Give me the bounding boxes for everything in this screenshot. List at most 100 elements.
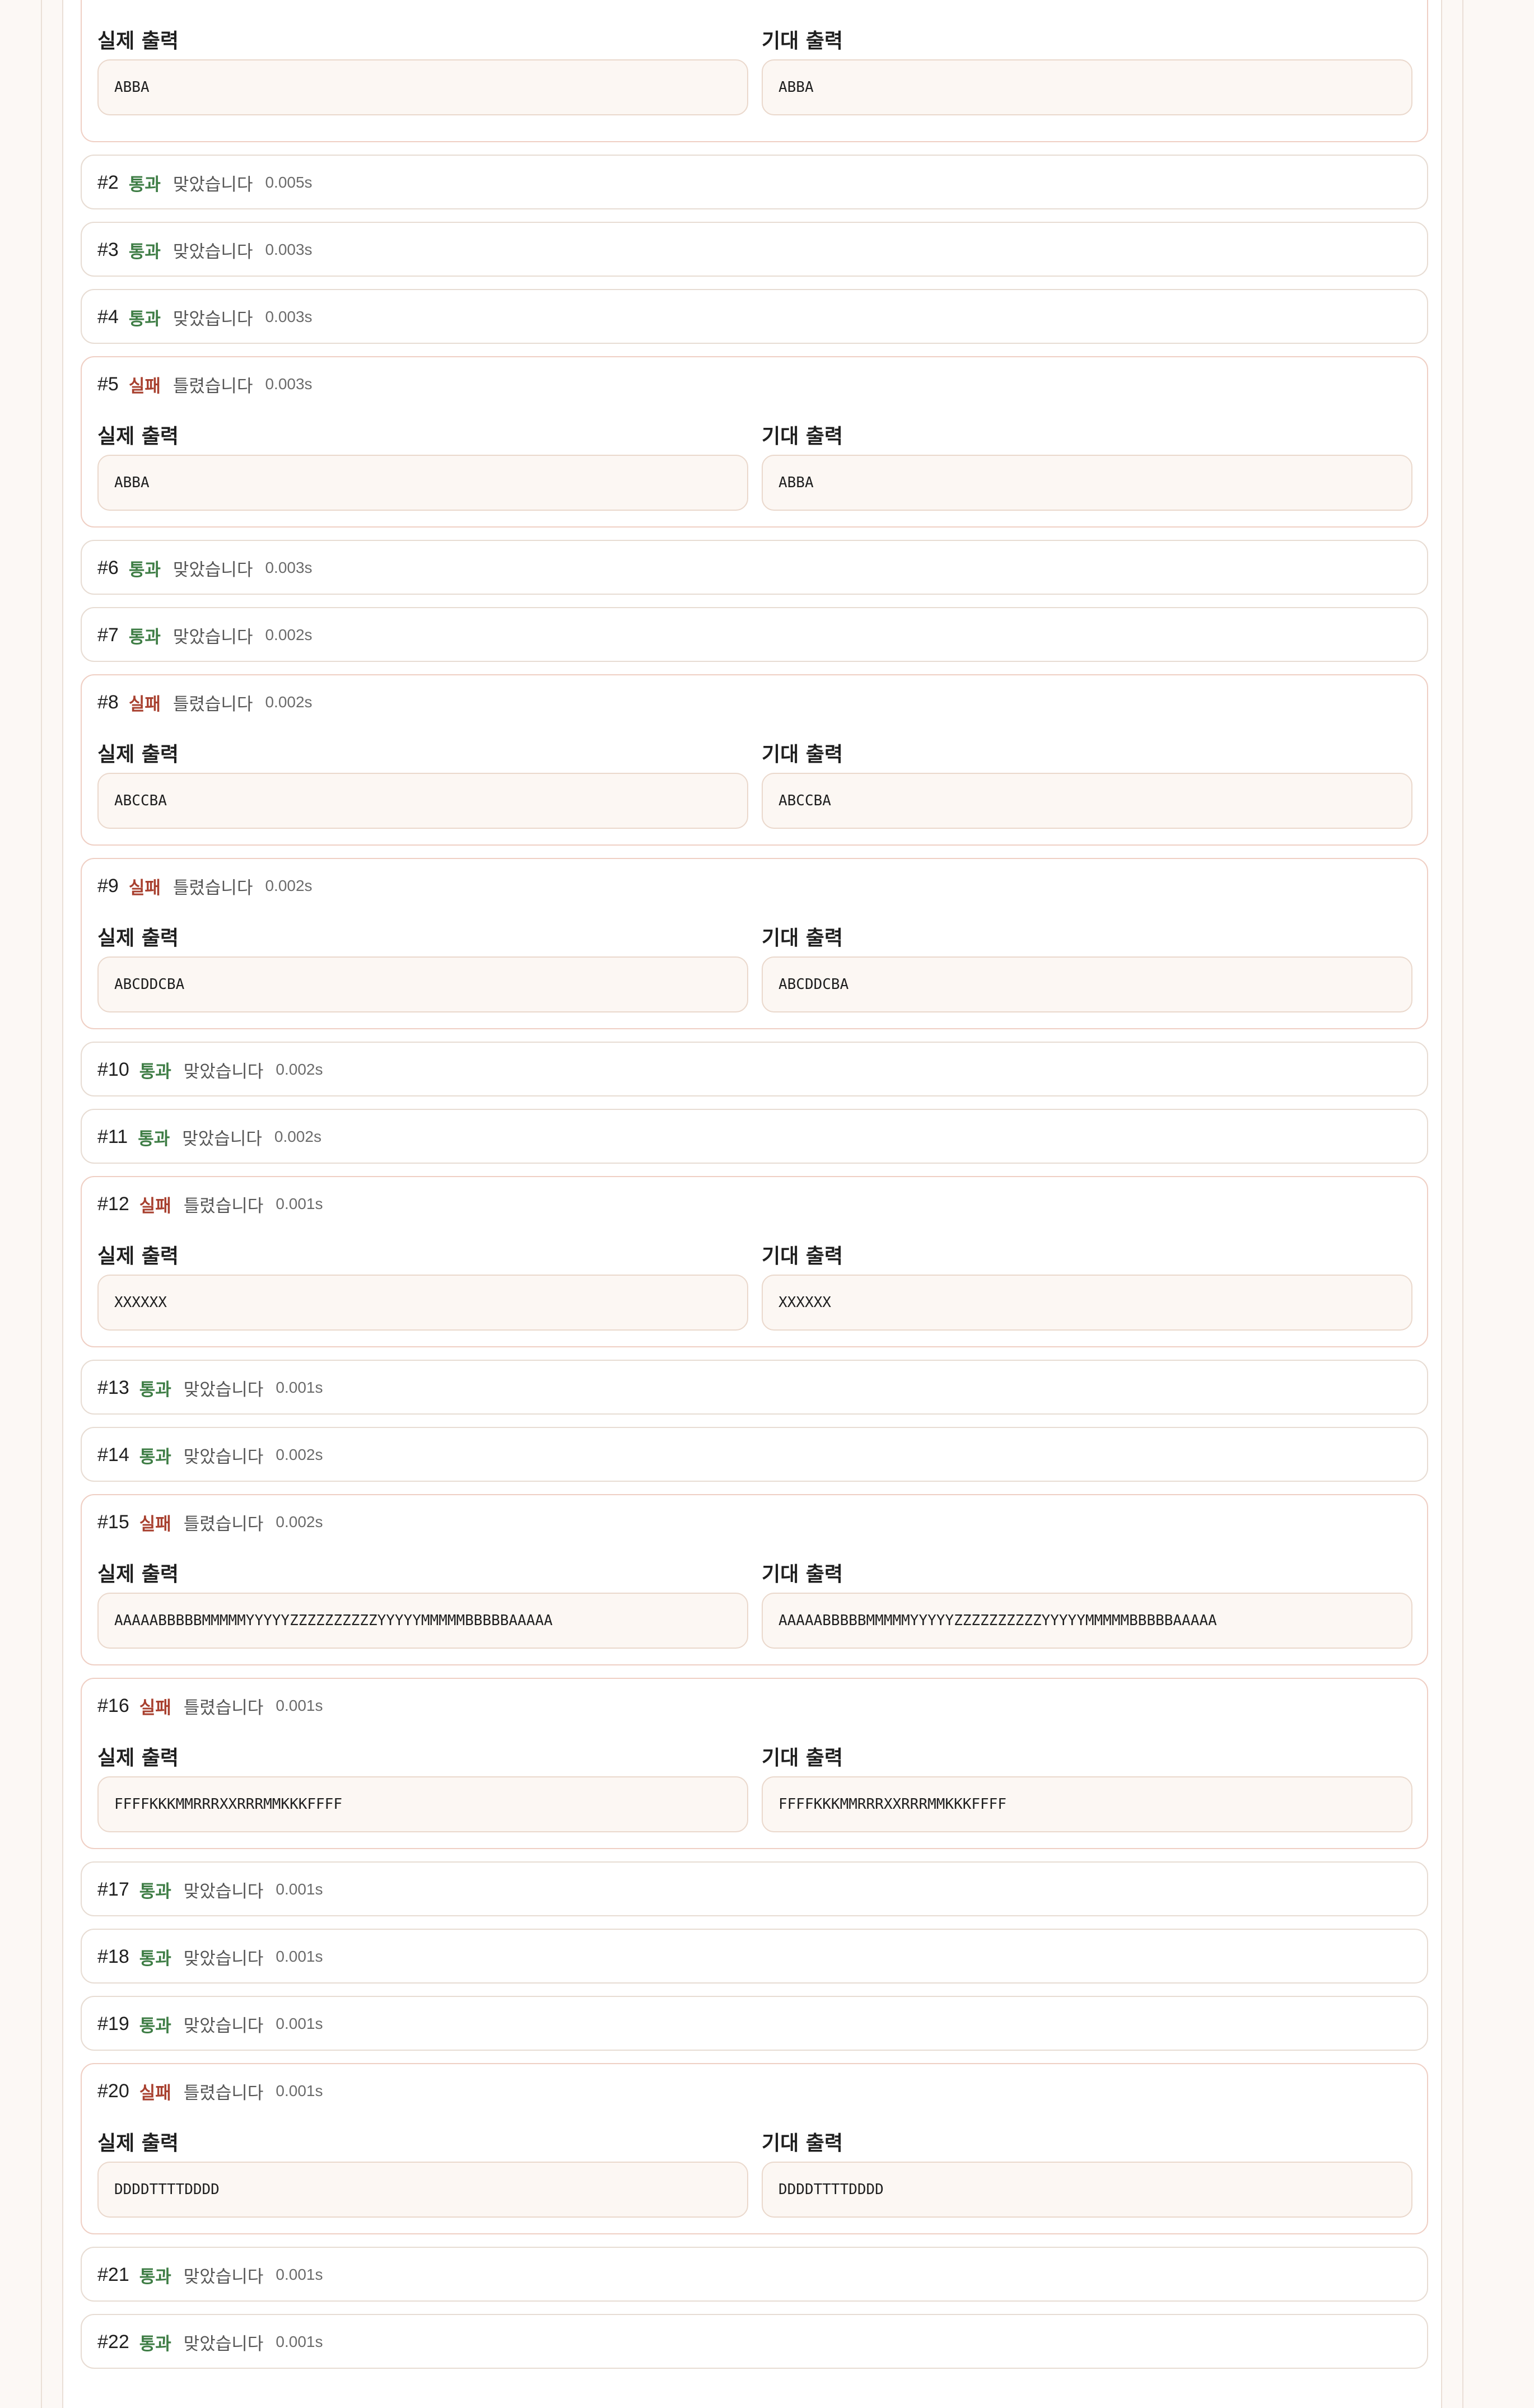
test-result-message: 맞았습니다 — [182, 1128, 262, 1149]
expected-output-label: 기대 출력 — [762, 1563, 843, 1586]
test-result-message: 맞았습니다 — [183, 1948, 264, 1969]
test-result-message: 맞았습니다 — [172, 241, 253, 262]
test-case-header: #18 통과 맞았습니다 0.001s — [97, 1930, 323, 1984]
actual-output-label: 실제 출력 — [97, 2132, 179, 2155]
test-result-message: 틀렸습니다 — [172, 694, 253, 715]
test-execution-time: 0.005s — [265, 174, 313, 191]
test-case-header: #3 통과 맞았습니다 0.003s — [97, 223, 313, 277]
test-result-message: 틀렸습니다 — [172, 878, 253, 898]
test-results-panel: #1실패틀렸습니다0.166s실제 출력기대 출력ABBAABBA#2통과맞았습… — [62, 0, 1442, 2408]
test-case-header: #17 통과 맞았습니다 0.001s — [97, 1863, 323, 1916]
test-execution-time: 0.002s — [276, 1061, 323, 1078]
test-case-number: #17 — [97, 1878, 129, 1900]
test-case-header: #8 실패 틀렸습니다 0.002s — [97, 675, 313, 729]
test-case-card: #10 통과 맞았습니다 0.002s — [81, 1042, 1428, 1096]
actual-output-label: 실제 출력 — [97, 1563, 179, 1586]
test-case-number: #8 — [97, 691, 119, 713]
expected-output-label: 기대 출력 — [762, 1747, 843, 1770]
test-status-badge: 실패 — [139, 1514, 171, 1534]
test-result-message: 맞았습니다 — [172, 627, 253, 647]
test-case-number: #13 — [97, 1376, 129, 1398]
actual-output-value: AAAAABBBBBMMMMMYYYYYZZZZZZZZZZYYYYYMMMMM… — [97, 1593, 748, 1649]
test-case-header: #14 통과 맞았습니다 0.002s — [97, 1428, 323, 1482]
test-case-header: #9 실패 틀렸습니다 0.002s — [97, 859, 313, 913]
test-status-badge: 통과 — [128, 174, 161, 195]
expected-output-value: ABBA — [762, 59, 1412, 115]
test-case-card: #1실패틀렸습니다0.166s실제 출력기대 출력ABBAABBA — [81, 0, 1428, 142]
expected-output-value: FFFFKKKMMRRRXXRRRMMKKKFFFF — [762, 1776, 1412, 1832]
test-case-header: #13 통과 맞았습니다 0.001s — [97, 1361, 323, 1415]
expected-output-label: 기대 출력 — [762, 2132, 843, 2155]
test-execution-time: 0.003s — [265, 241, 313, 258]
expected-output-value: AAAAABBBBBMMMMMYYYYYZZZZZZZZZZYYYYYMMMMM… — [762, 1593, 1412, 1649]
test-case-number: #22 — [97, 2331, 129, 2353]
test-execution-time: 0.003s — [265, 375, 313, 393]
test-result-message: 틀렸습니다 — [183, 1697, 264, 1718]
test-case-card: #2 통과 맞았습니다 0.005s — [81, 155, 1428, 209]
test-result-message: 틀렸습니다 — [172, 376, 253, 396]
test-case-number: #10 — [97, 1058, 129, 1080]
expected-output-label: 기대 출력 — [762, 927, 843, 950]
expected-output-label: 기대 출력 — [762, 1245, 843, 1268]
test-execution-time: 0.001s — [276, 1948, 323, 1965]
test-case-card: #4 통과 맞았습니다 0.003s — [81, 289, 1428, 344]
test-case-number: #5 — [97, 373, 119, 395]
actual-output-label: 실제 출력 — [97, 927, 179, 950]
test-case-header: #5 실패 틀렸습니다 0.003s — [97, 357, 313, 411]
test-case-card: #7 통과 맞았습니다 0.002s — [81, 607, 1428, 662]
test-case-card: #11 통과 맞았습니다 0.002s — [81, 1109, 1428, 1164]
test-result-message: 맞았습니다 — [183, 1881, 264, 1902]
test-case-card: #15 실패 틀렸습니다 0.002s 실제 출력 기대 출력 AAAAABBBBBMMMM… — [81, 1494, 1428, 1665]
test-result-message: 맞았습니다 — [183, 1446, 264, 1467]
test-case-header: #15 실패 틀렸습니다 0.002s — [97, 1495, 323, 1549]
test-case-card: #18 통과 맞았습니다 0.001s — [81, 1929, 1428, 1984]
test-status-badge: 통과 — [139, 2015, 171, 2036]
expected-output-value: ABCCBA — [762, 773, 1412, 829]
test-case-number: #19 — [97, 2013, 129, 2034]
test-case-header: #7 통과 맞았습니다 0.002s — [97, 608, 313, 662]
test-execution-time: 0.001s — [276, 1379, 323, 1396]
test-case-list[interactable]: #1실패틀렸습니다0.166s실제 출력기대 출력ABBAABBA#2통과맞았습… — [81, 0, 1428, 2381]
test-result-message: 틀렸습니다 — [183, 2083, 264, 2103]
test-status-badge: 통과 — [139, 1948, 171, 1969]
actual-output-label: 실제 출력 — [97, 30, 179, 53]
test-case-card: #12 실패 틀렸습니다 0.001s 실제 출력 기대 출력 XXXXXX XXXXXX — [81, 1176, 1428, 1347]
test-case-number: #21 — [97, 2264, 129, 2285]
test-case-header: #4 통과 맞았습니다 0.003s — [97, 290, 313, 344]
test-execution-time: 0.001s — [276, 2266, 323, 2283]
test-case-header: #2 통과 맞았습니다 0.005s — [97, 156, 313, 209]
test-case-header: #22 통과 맞았습니다 0.001s — [97, 2315, 323, 2369]
test-result-message: 맞았습니다 — [183, 2334, 264, 2354]
actual-output-value: ABCDDCBA — [97, 956, 748, 1012]
test-case-number: #11 — [97, 1126, 128, 1147]
test-result-message: 틀렸습니다 — [183, 1196, 264, 1216]
actual-output-label: 실제 출력 — [97, 1747, 179, 1770]
test-case-number: #16 — [97, 1695, 129, 1716]
test-status-badge: 통과 — [139, 1446, 171, 1467]
test-status-badge: 통과 — [139, 1881, 171, 1902]
expected-output-label: 기대 출력 — [762, 425, 843, 448]
test-execution-time: 0.002s — [265, 693, 313, 711]
test-case-number: #7 — [97, 624, 119, 646]
test-execution-time: 0.002s — [276, 1446, 323, 1463]
test-execution-time: 0.001s — [276, 2333, 323, 2350]
test-case-header: #10 통과 맞았습니다 0.002s — [97, 1043, 323, 1096]
actual-output-label: 실제 출력 — [97, 425, 179, 448]
test-status-badge: 실패 — [129, 0, 161, 2]
test-case-card: #16 실패 틀렸습니다 0.001s 실제 출력 기대 출력 FFFFKKKMMRRRXX… — [81, 1678, 1428, 1849]
test-case-number: #6 — [97, 557, 119, 578]
test-result-message: 틀렸습니다 — [173, 0, 253, 2]
test-status-badge: 통과 — [128, 241, 161, 262]
test-result-message: 맞았습니다 — [183, 1379, 264, 1400]
test-case-card: #5 실패 틀렸습니다 0.003s 실제 출력 기대 출력 ABBA ABBA — [81, 356, 1428, 528]
test-case-card: #6 통과 맞았습니다 0.003s — [81, 540, 1428, 595]
test-status-badge: 실패 — [128, 694, 161, 715]
results-page-panel: #1실패틀렸습니다0.166s실제 출력기대 출력ABBAABBA#2통과맞았습… — [41, 0, 1463, 2408]
test-status-badge: 통과 — [139, 2266, 171, 2287]
test-result-message: 맞았습니다 — [172, 559, 253, 580]
test-execution-time: 0.001s — [276, 1697, 323, 1714]
test-case-header: #20 실패 틀렸습니다 0.001s — [97, 2064, 323, 2118]
test-execution-time: 0.002s — [276, 1513, 323, 1530]
test-status-badge: 통과 — [128, 309, 161, 329]
test-status-badge: 통과 — [138, 1128, 170, 1149]
